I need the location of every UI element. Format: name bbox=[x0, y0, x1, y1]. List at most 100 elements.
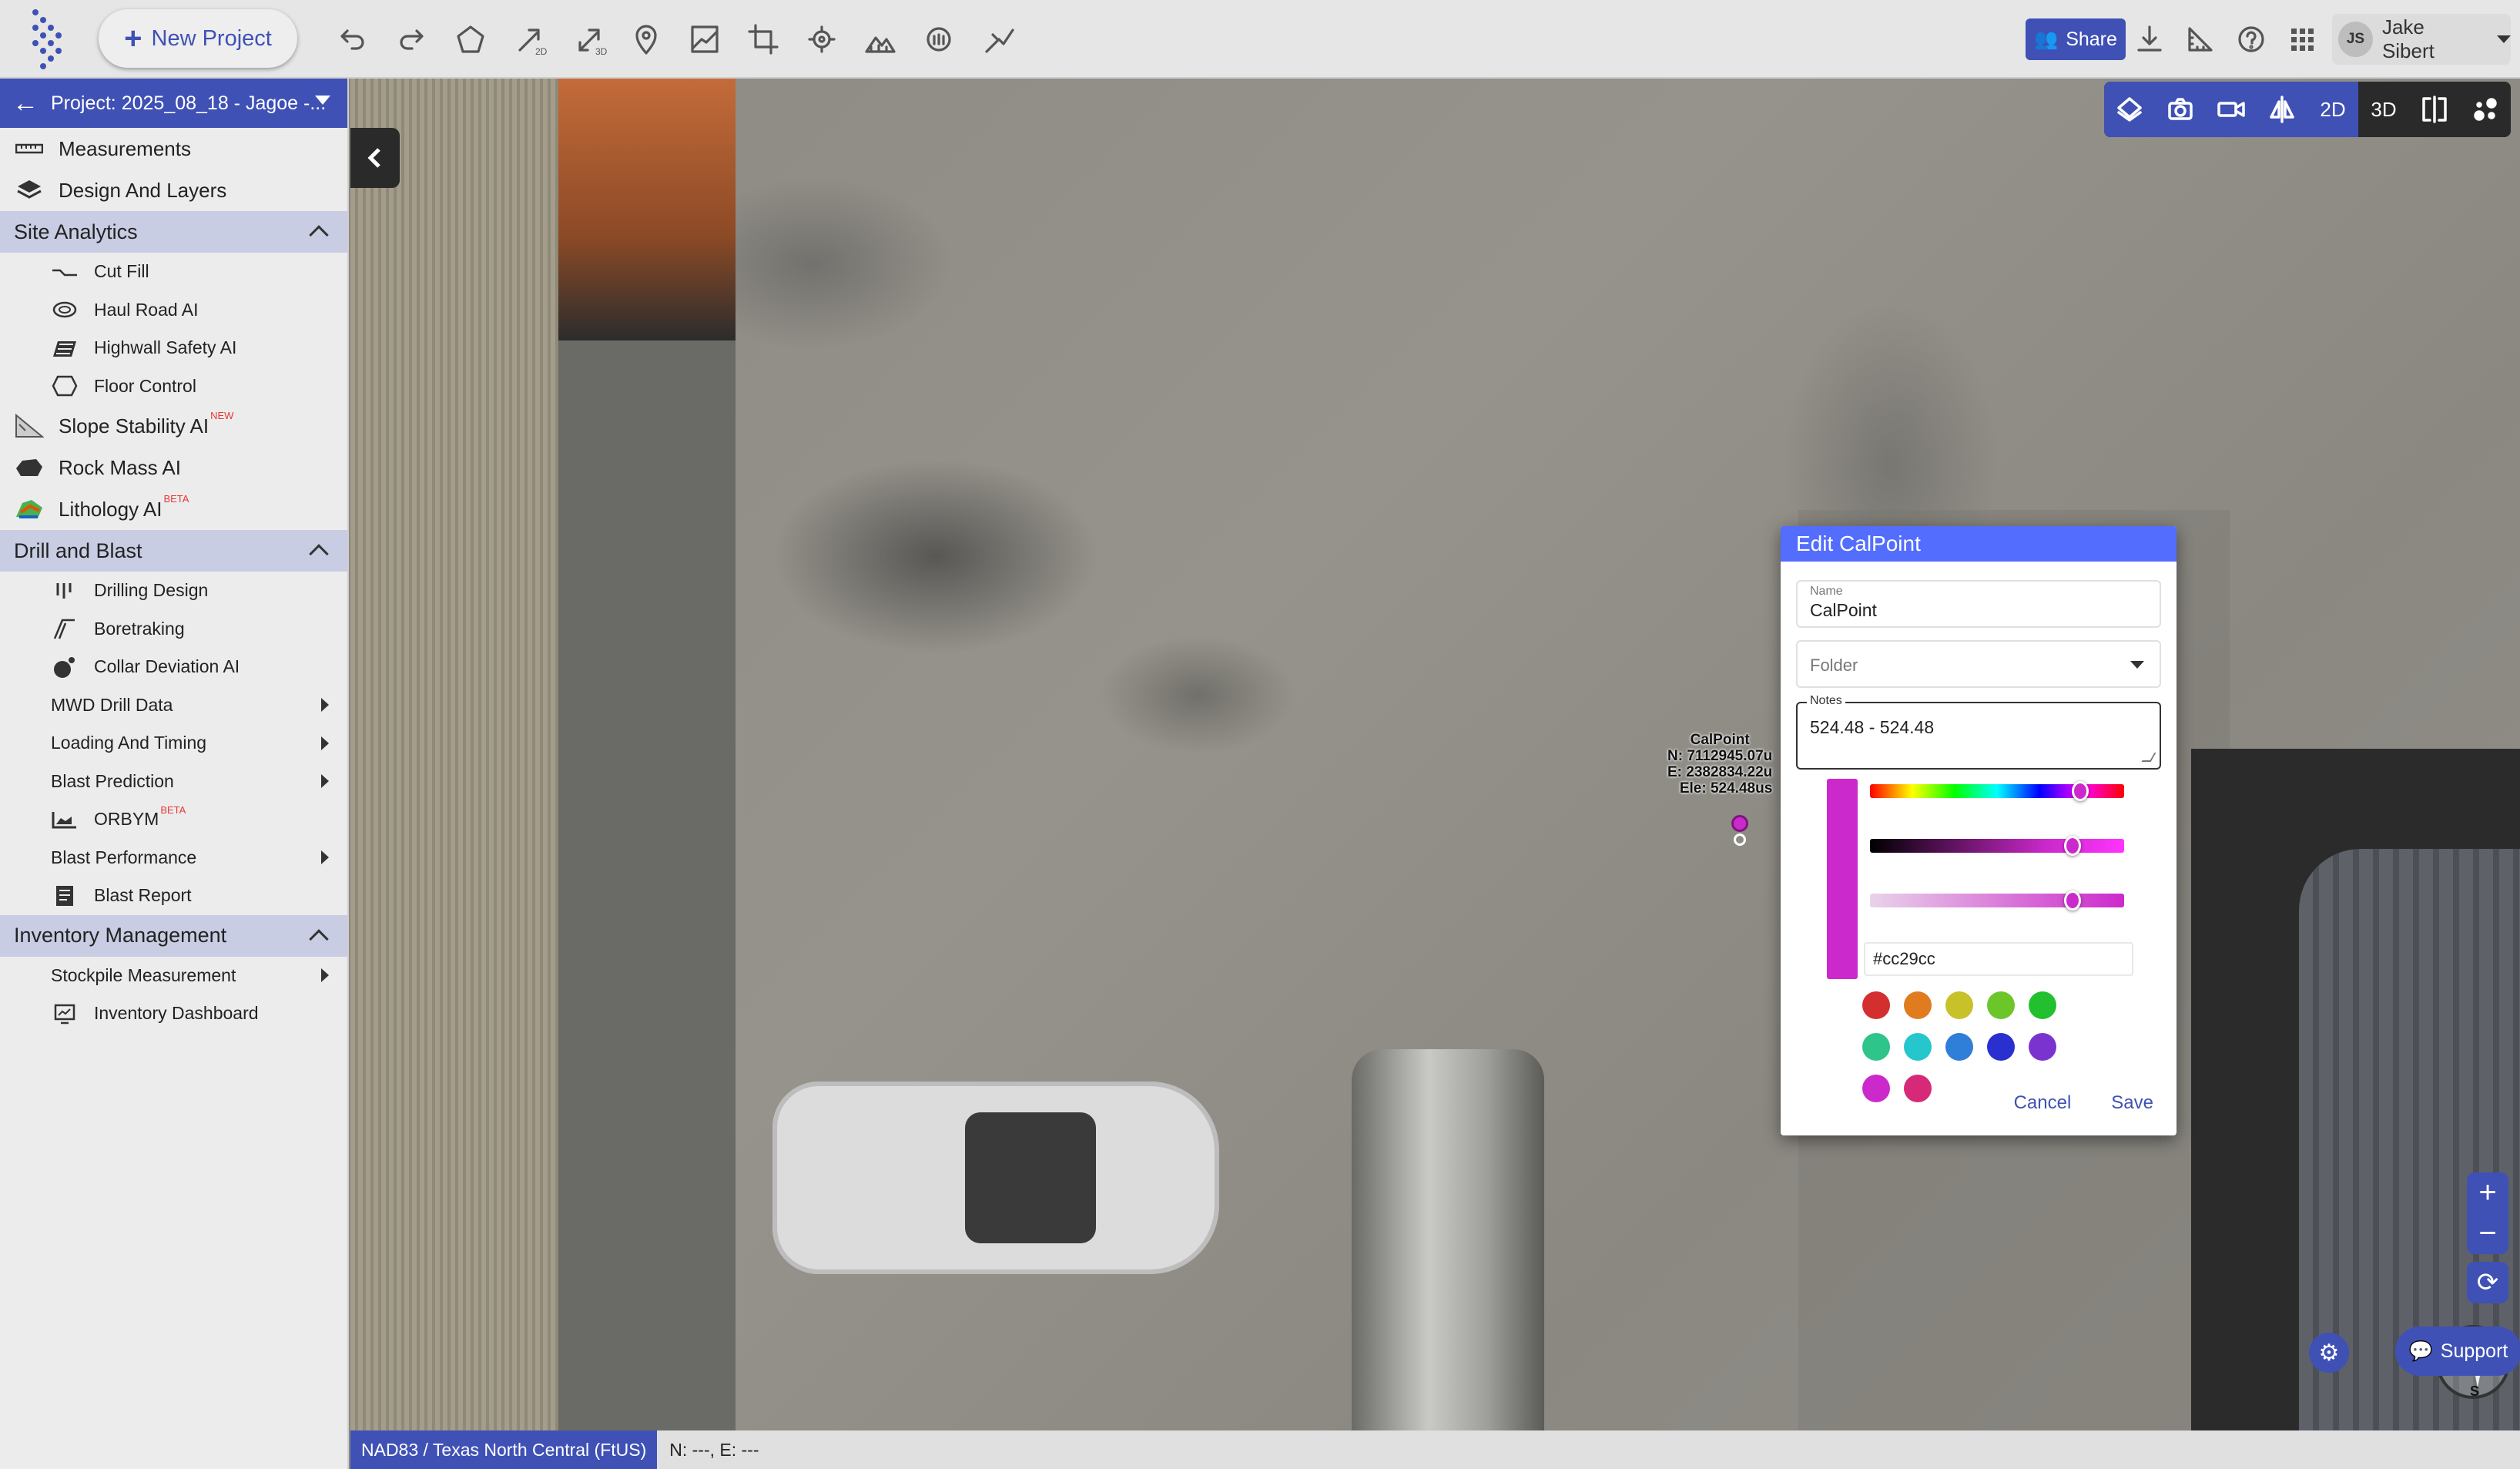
folder-select[interactable]: Folder bbox=[1796, 640, 2161, 688]
download-icon[interactable] bbox=[2127, 17, 2172, 62]
sidebar-item-rock-mass[interactable]: Rock Mass AI bbox=[0, 447, 347, 488]
lightness-slider[interactable] bbox=[1870, 836, 2124, 856]
alpha-slider[interactable] bbox=[1870, 890, 2124, 911]
undo-icon[interactable] bbox=[330, 17, 374, 62]
notes-field[interactable]: Notes 524.48 - 524.48 bbox=[1796, 694, 2161, 770]
redo-icon[interactable] bbox=[390, 17, 434, 62]
chat-icon: 💬 bbox=[2408, 1340, 2433, 1362]
sidebar-item-blast-report[interactable]: Blast Report bbox=[0, 877, 347, 915]
polygon-icon[interactable] bbox=[448, 17, 493, 62]
user-menu[interactable]: JS Jake Sibert bbox=[2332, 14, 2511, 65]
sidebar-item-measurements[interactable]: Measurements bbox=[0, 128, 347, 169]
map-viewport[interactable]: 2D 3D CalPoint N: 7112945.07u E: 2382834… bbox=[350, 79, 2520, 1430]
app-logo[interactable] bbox=[26, 8, 72, 69]
point-cloud-icon[interactable] bbox=[2460, 82, 2511, 137]
hand-icon[interactable] bbox=[917, 17, 961, 62]
hue-slider[interactable] bbox=[1870, 781, 2124, 801]
share-button[interactable]: 👥 Share bbox=[2026, 18, 2126, 60]
sidebar-item-blast-performance[interactable]: Blast Performance bbox=[0, 839, 347, 877]
sidebar-item-collar-deviation[interactable]: Collar Deviation AI bbox=[0, 648, 347, 686]
cut-fill-icon bbox=[49, 260, 80, 284]
sidebar-item-loading-timing[interactable]: Loading And Timing bbox=[0, 724, 347, 763]
section-site-analytics[interactable]: Site Analytics bbox=[0, 211, 347, 253]
color-swatch[interactable] bbox=[1987, 991, 2015, 1019]
sidebar-item-highwall[interactable]: Highwall Safety AI bbox=[0, 329, 347, 367]
sidebar-item-label: Measurements bbox=[59, 136, 191, 160]
color-swatch[interactable] bbox=[1904, 991, 1932, 1019]
name-field[interactable]: Name CalPoint bbox=[1796, 580, 2161, 628]
sidebar-item-mwd-drill-data[interactable]: MWD Drill Data bbox=[0, 686, 347, 725]
resize-handle-icon[interactable] bbox=[2141, 753, 2156, 762]
back-arrow-icon[interactable]: ← bbox=[0, 89, 51, 119]
sidebar-item-lithology[interactable]: Lithology AI BETA bbox=[0, 488, 347, 530]
color-swatch[interactable] bbox=[1862, 1033, 1890, 1061]
ruler-icon[interactable] bbox=[2178, 17, 2223, 62]
collapse-sidebar-button[interactable] bbox=[350, 128, 400, 188]
section-inventory[interactable]: Inventory Management bbox=[0, 914, 347, 957]
chevron-down-icon bbox=[2497, 35, 2511, 43]
color-swatch[interactable] bbox=[1945, 991, 1973, 1019]
new-project-button[interactable]: + New Project bbox=[99, 9, 297, 68]
help-icon[interactable] bbox=[2229, 17, 2274, 62]
project-title: Project: 2025_08_18 - Jagoe -... bbox=[51, 92, 327, 114]
sidebar-item-drilling-design[interactable]: Drilling Design bbox=[0, 572, 347, 610]
color-swatch[interactable] bbox=[1904, 1075, 1932, 1102]
name-field-value[interactable]: CalPoint bbox=[1810, 600, 1877, 621]
sidebar-item-inventory-dashboard[interactable]: Inventory Dashboard bbox=[0, 994, 347, 1033]
cursor-coordinates: N: ---, E: --- bbox=[669, 1439, 759, 1460]
view-2d-button[interactable]: 2D bbox=[2307, 82, 2358, 137]
reset-rotation-icon[interactable]: ⟳ bbox=[2467, 1262, 2508, 1303]
zoom-out-icon[interactable]: − bbox=[2478, 1216, 2496, 1251]
calpoint-marker[interactable] bbox=[1731, 815, 1748, 832]
hue-slider-knob[interactable] bbox=[2072, 781, 2089, 801]
crs-selector[interactable]: NAD83 / Texas North Central (FtUS) bbox=[350, 1430, 658, 1469]
sidebar-item-cut-fill[interactable]: Cut Fill bbox=[0, 253, 347, 291]
crop-icon[interactable] bbox=[741, 17, 786, 62]
compare-icon[interactable] bbox=[2257, 82, 2307, 137]
video-icon[interactable] bbox=[2206, 82, 2257, 137]
color-swatch[interactable] bbox=[1904, 1033, 1932, 1061]
alpha-slider-knob[interactable] bbox=[2064, 890, 2081, 911]
measure-2d-icon[interactable]: 2D bbox=[508, 17, 553, 62]
apps-grid-icon[interactable] bbox=[2280, 17, 2324, 62]
plus-icon: + bbox=[124, 22, 142, 55]
save-button[interactable]: Save bbox=[2111, 1092, 2153, 1114]
color-swatch[interactable] bbox=[2029, 1033, 2056, 1061]
notes-field-value[interactable]: 524.48 - 524.48 bbox=[1810, 717, 1934, 738]
sidebar-item-floor-control[interactable]: Floor Control bbox=[0, 367, 347, 406]
line-tool-icon[interactable] bbox=[977, 17, 1021, 62]
color-swatch[interactable] bbox=[2029, 991, 2056, 1019]
hex-color-input[interactable]: #cc29cc bbox=[1864, 942, 2133, 976]
slope-icon bbox=[14, 413, 45, 439]
sidebar-item-orbym[interactable]: ORBYM BETA bbox=[0, 800, 347, 839]
pin-icon[interactable] bbox=[624, 17, 669, 62]
color-swatch[interactable] bbox=[1862, 1075, 1890, 1102]
sidebar-item-boretraking[interactable]: Boretraking bbox=[0, 610, 347, 649]
color-swatch[interactable] bbox=[1862, 991, 1890, 1019]
settings-icon[interactable]: ⚙ bbox=[2309, 1333, 2349, 1373]
sidebar-item-blast-prediction[interactable]: Blast Prediction bbox=[0, 763, 347, 801]
zoom-in-icon[interactable]: + bbox=[2478, 1176, 2496, 1210]
calpoint-handle[interactable] bbox=[1734, 833, 1746, 846]
cancel-button[interactable]: Cancel bbox=[2014, 1092, 2072, 1114]
view-3d-button[interactable]: 3D bbox=[2358, 82, 2409, 137]
section-drill-blast[interactable]: Drill and Blast bbox=[0, 530, 347, 572]
split-view-icon[interactable] bbox=[2409, 82, 2460, 137]
target-icon[interactable] bbox=[799, 17, 844, 62]
support-button[interactable]: 💬 Support bbox=[2395, 1326, 2520, 1376]
layers-toggle-icon[interactable] bbox=[2104, 82, 2155, 137]
lightness-slider-knob[interactable] bbox=[2064, 836, 2081, 856]
color-swatch[interactable] bbox=[1987, 1033, 2015, 1061]
chevron-right-icon bbox=[321, 698, 329, 713]
compass-s: S bbox=[2470, 1383, 2480, 1399]
sidebar-item-design-layers[interactable]: Design And Layers bbox=[0, 169, 347, 211]
terrain-icon[interactable] bbox=[858, 17, 903, 62]
profile-icon[interactable] bbox=[682, 17, 727, 62]
color-swatch[interactable] bbox=[1945, 1033, 1973, 1061]
sidebar-item-stockpile[interactable]: Stockpile Measurement bbox=[0, 957, 347, 995]
project-selector[interactable]: ← Project: 2025_08_18 - Jagoe -... bbox=[0, 79, 347, 128]
measure-3d-icon[interactable]: 3D bbox=[568, 17, 613, 62]
sidebar-item-haul-road[interactable]: Haul Road AI bbox=[0, 291, 347, 330]
sidebar-item-slope-stability[interactable]: Slope Stability AI NEW bbox=[0, 405, 347, 447]
camera-icon[interactable] bbox=[2155, 82, 2206, 137]
